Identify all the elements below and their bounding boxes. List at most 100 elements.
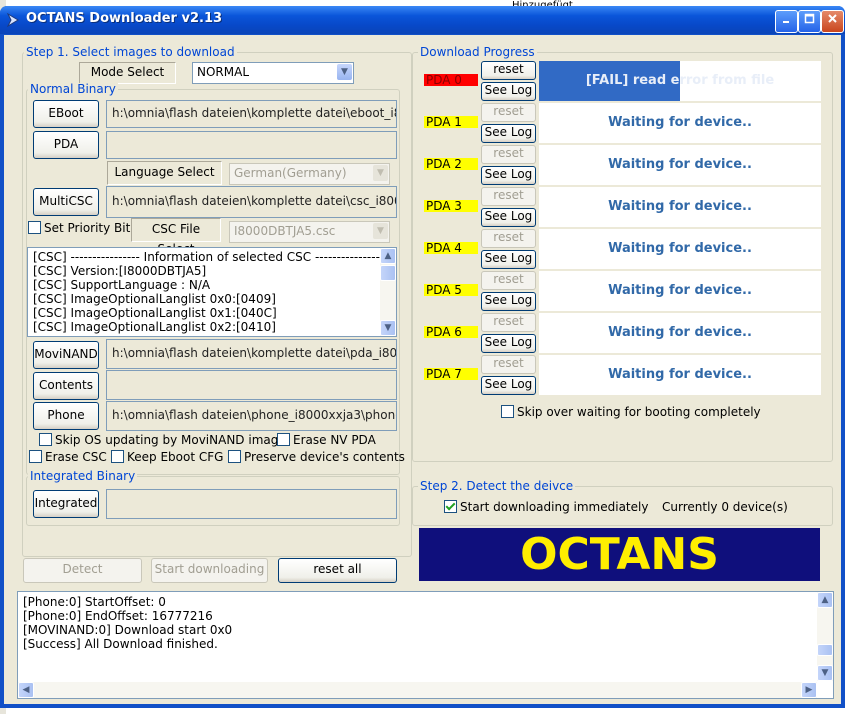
download-progress-title: Download Progress: [418, 45, 537, 59]
log-line: [Success] All Download finished.: [23, 637, 218, 651]
pda-path-field[interactable]: [106, 131, 397, 159]
minimize-button[interactable]: [775, 10, 798, 33]
skip-boot-checkbox[interactable]: Skip over waiting for booting completely: [501, 405, 761, 419]
pda-status-panel: Waiting for device..: [539, 187, 821, 227]
checkbox-box[interactable]: [501, 405, 514, 418]
chevron-down-icon[interactable]: ▼: [373, 223, 388, 239]
pda-row: PDA 7 reset See Log Waiting for device..: [424, 354, 821, 396]
pda-reset-button[interactable]: reset: [481, 145, 536, 164]
pda-button[interactable]: PDA: [33, 131, 99, 159]
keep-eboot-checkbox[interactable]: Keep Eboot CFG: [111, 450, 223, 464]
erase-nv-label: Erase NV PDA: [293, 433, 376, 447]
pda-status-panel: Waiting for device..: [539, 355, 821, 395]
csc-file-select-label: CSC File Select: [131, 218, 221, 256]
reset-all-button[interactable]: reset all: [278, 558, 397, 583]
octans-logo: OCTANS: [419, 528, 820, 581]
scroll-down-icon[interactable]: ▼: [817, 665, 833, 681]
maximize-button[interactable]: [798, 10, 821, 33]
phone-path-field[interactable]: h:\omnia\flash dateien\phone_i8000xxja3\…: [106, 401, 397, 431]
scroll-up-icon[interactable]: ▲: [380, 248, 396, 264]
pda-status-panel: Waiting for device..: [539, 229, 821, 269]
pda-see-log-button[interactable]: See Log: [481, 250, 536, 269]
pda-label: PDA 0: [424, 74, 478, 86]
preserve-contents-checkbox[interactable]: Preserve device's contents: [228, 450, 405, 464]
log-horizontal-scrollbar[interactable]: ◀ ▶: [18, 682, 817, 698]
checkbox-box[interactable]: [28, 221, 41, 234]
maximize-icon: [804, 13, 815, 24]
scroll-up-icon[interactable]: ▲: [817, 592, 833, 608]
close-button[interactable]: [821, 10, 844, 33]
language-select-value: German(Germany): [234, 166, 347, 180]
pda-see-log-button[interactable]: See Log: [481, 334, 536, 353]
octans-downloader-window: OCTANS Downloader v2.13 Step 1. Select i…: [0, 6, 845, 708]
pda-reset-button[interactable]: reset: [481, 103, 536, 122]
movinand-button[interactable]: MoviNAND: [33, 341, 99, 369]
pda-label: PDA 4: [424, 242, 478, 254]
start-immediately-checkbox[interactable]: Start downloading immediately: [444, 500, 648, 514]
log-vertical-scrollbar[interactable]: ▲ ▼: [817, 592, 833, 681]
erase-csc-checkbox[interactable]: Erase CSC: [29, 450, 107, 464]
eboot-path-field[interactable]: h:\omnia\flash dateien\komplette datei\e…: [106, 100, 397, 128]
preserve-contents-label: Preserve device's contents: [244, 450, 405, 464]
checkbox-box[interactable]: [444, 500, 457, 513]
checkbox-box[interactable]: [29, 450, 42, 463]
pda-see-log-button[interactable]: See Log: [481, 292, 536, 311]
pda-see-log-button[interactable]: See Log: [481, 166, 536, 185]
log-textarea[interactable]: [Phone:0] StartOffset: 0 [Phone:0] EndOf…: [17, 591, 834, 699]
pda-status-panel: Waiting for device..: [539, 145, 821, 185]
title-bar[interactable]: OCTANS Downloader v2.13: [0, 6, 845, 34]
pda-see-log-button[interactable]: See Log: [481, 124, 536, 143]
csc-info-line: [CSC] SupportLanguage : N/A: [33, 278, 211, 292]
pda-status-text: Waiting for device..: [608, 115, 752, 130]
pda-reset-button[interactable]: reset: [481, 229, 536, 248]
contents-path-field[interactable]: [106, 370, 397, 400]
scroll-thumb[interactable]: [380, 265, 396, 281]
mode-select-combo[interactable]: NORMAL ▼: [192, 62, 354, 84]
integrated-path-field[interactable]: [106, 489, 397, 519]
scroll-right-icon[interactable]: ▶: [801, 682, 817, 698]
pda-row: PDA 3 reset See Log Waiting for device..: [424, 186, 821, 228]
log-line: [Phone:0] StartOffset: 0: [23, 595, 166, 609]
start-downloading-button[interactable]: Start downloading: [151, 558, 268, 583]
detect-button[interactable]: Detect: [23, 558, 142, 583]
checkbox-box[interactable]: [39, 433, 52, 446]
multicsc-path-field[interactable]: h:\omnia\flash dateien\komplette datei\c…: [106, 186, 397, 218]
chevron-down-icon[interactable]: ▼: [337, 64, 352, 80]
pda-label: PDA 1: [424, 116, 478, 128]
checkbox-box[interactable]: [228, 450, 241, 463]
device-count: Currently 0 device(s): [662, 500, 788, 514]
movinand-path-field[interactable]: h:\omnia\flash dateien\komplette datei\p…: [106, 339, 397, 369]
multicsc-button[interactable]: MultiCSC: [33, 188, 99, 216]
pda-reset-button[interactable]: reset: [481, 355, 536, 374]
chevron-down-icon[interactable]: ▼: [373, 165, 388, 181]
erase-nv-checkbox[interactable]: Erase NV PDA: [277, 433, 376, 447]
checkbox-box[interactable]: [111, 450, 124, 463]
pda-see-log-button[interactable]: See Log: [481, 82, 536, 101]
pda-reset-button[interactable]: reset: [481, 313, 536, 332]
csc-info-scrollbar[interactable]: ▲ ▼: [380, 248, 396, 336]
pda-status-text: Waiting for device..: [608, 241, 752, 256]
csc-info-listbox[interactable]: [CSC] ---------------- Information of se…: [27, 247, 397, 337]
skip-os-checkbox[interactable]: Skip OS updating by MoviNAND image: [39, 433, 286, 447]
phone-button[interactable]: Phone: [33, 402, 99, 430]
integrated-button[interactable]: Integrated: [33, 490, 99, 518]
scroll-left-icon[interactable]: ◀: [18, 682, 34, 698]
pda-see-log-button[interactable]: See Log: [481, 208, 536, 227]
scroll-down-icon[interactable]: ▼: [380, 320, 396, 336]
set-priority-bit-checkbox[interactable]: Set Priority Bit: [28, 221, 130, 235]
mode-select-label: Mode Select: [79, 62, 176, 84]
csc-file-select-combo[interactable]: I8000DBTJA5.csc ▼: [229, 221, 390, 243]
pda-status-text: Waiting for device..: [608, 367, 752, 382]
scroll-thumb[interactable]: [817, 644, 833, 656]
checkbox-box[interactable]: [277, 433, 290, 446]
pda-reset-button[interactable]: reset: [481, 61, 536, 80]
set-priority-bit-label: Set Priority Bit: [44, 221, 131, 235]
language-select-combo[interactable]: German(Germany) ▼: [229, 163, 390, 185]
eboot-button[interactable]: EBoot: [33, 100, 99, 128]
window-title: OCTANS Downloader v2.13: [26, 11, 223, 26]
pda-row: PDA 6 reset See Log Waiting for device..: [424, 312, 821, 354]
pda-see-log-button[interactable]: See Log: [481, 376, 536, 395]
pda-reset-button[interactable]: reset: [481, 271, 536, 290]
pda-reset-button[interactable]: reset: [481, 187, 536, 206]
contents-button[interactable]: Contents: [33, 372, 99, 400]
